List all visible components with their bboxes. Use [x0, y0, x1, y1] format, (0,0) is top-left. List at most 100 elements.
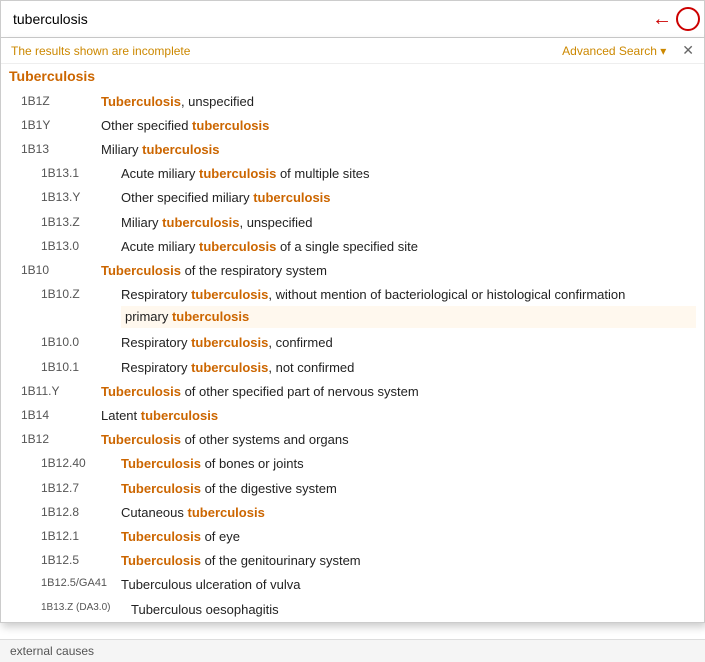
result-code: 1B13.Y	[41, 189, 121, 206]
result-label: Acute miliary tuberculosis of multiple s…	[121, 165, 696, 183]
highlight-text: tuberculosis	[142, 142, 219, 157]
result-label: Tuberculosis of other specified part of …	[101, 383, 696, 401]
result-code: 1B10.1	[41, 359, 121, 376]
highlight-text: Tuberculosis	[101, 94, 181, 109]
result-code: 1B13.0	[41, 238, 121, 255]
code-badge-orange: 1B12	[21, 432, 49, 446]
result-code: 1B13	[21, 141, 101, 158]
highlight-text: Tuberculosis	[121, 481, 201, 496]
list-item[interactable]: 1B13.Y Other specified miliary tuberculo…	[1, 186, 704, 210]
list-item[interactable]: 1B13 Miliary tuberculosis	[1, 138, 704, 162]
close-button[interactable]: ✕	[682, 42, 694, 59]
result-label: Respiratory tuberculosis, not confirmed	[121, 359, 696, 377]
highlight-text: tuberculosis	[191, 335, 268, 350]
bottom-bar-text: external causes	[10, 644, 94, 658]
result-code: 1B12.8	[41, 504, 121, 521]
incomplete-message: The results shown are incomplete	[11, 44, 190, 58]
list-item[interactable]: 1B10.1 Respiratory tuberculosis, not con…	[1, 356, 704, 380]
list-item[interactable]: 1B12.40 Tuberculosis of bones or joints	[1, 452, 704, 476]
list-item[interactable]: 1B12.7 Tuberculosis of the digestive sys…	[1, 477, 704, 501]
list-item[interactable]: 1B10 Tuberculosis of the respiratory sys…	[1, 259, 704, 283]
result-label: Tuberculous oesophagitis	[131, 601, 696, 619]
subtext: primary tuberculosis	[121, 306, 696, 328]
list-item[interactable]: 1B1Z Tuberculosis, unspecified	[1, 90, 704, 114]
result-code: 1B13.Z	[41, 214, 121, 231]
highlight-text: tuberculosis	[162, 215, 239, 230]
result-code: 1B12.40	[41, 455, 121, 472]
result-code: 1B12.1	[41, 528, 121, 545]
result-code: 1B13.Z (DA3.0)	[41, 601, 131, 615]
list-item[interactable]: 1B13.1 Acute miliary tuberculosis of mul…	[1, 162, 704, 186]
highlight-text: Tuberculosis	[121, 456, 201, 471]
result-label: Tuberculosis of the digestive system	[121, 480, 696, 498]
result-label: Miliary tuberculosis	[101, 141, 696, 159]
result-label: Tuberculosis	[9, 67, 696, 87]
highlight-text: tuberculosis	[199, 239, 276, 254]
highlight-text: tuberculosis	[192, 118, 269, 133]
highlight-text: Tuberculosis	[9, 68, 95, 84]
result-label: Tuberculosis, unspecified	[101, 93, 696, 111]
result-code: 1B12.5/GA41	[41, 576, 121, 591]
list-item[interactable]: 1B13.Z Miliary tuberculosis, unspecified	[1, 211, 704, 235]
result-label: Tuberculosis of the respiratory system	[101, 262, 696, 280]
code-badge-orange: 1B10	[21, 263, 49, 277]
dropdown-header: The results shown are incomplete Advance…	[1, 38, 704, 64]
result-code: 1B13.1	[41, 165, 121, 182]
result-label: Tuberculosis of other systems and organs	[101, 431, 696, 449]
result-label: Cutaneous tuberculosis	[121, 504, 696, 522]
highlight-text: tuberculosis	[141, 408, 218, 423]
result-label: Tuberculosis of the genitourinary system	[121, 552, 696, 570]
list-item[interactable]: 1B12.1 Tuberculosis of eye	[1, 525, 704, 549]
dropdown-panel: The results shown are incomplete Advance…	[0, 38, 705, 623]
highlight-text: Tuberculosis	[121, 553, 201, 568]
highlight-text: Tuberculosis	[101, 263, 181, 278]
result-label: Tuberculosis of eye	[121, 528, 696, 546]
result-code: 1B10.Z	[41, 286, 121, 303]
list-item[interactable]: 1B10.0 Respiratory tuberculosis, confirm…	[1, 331, 704, 355]
result-code: 1B1Y	[21, 117, 101, 134]
result-code: 1B12.7	[41, 480, 121, 497]
result-label: Tuberculosis of bones or joints	[121, 455, 696, 473]
highlight-text: tuberculosis	[191, 360, 268, 375]
result-label: Other specified miliary tuberculosis	[121, 189, 696, 207]
list-item[interactable]: 1B14 Latent tuberculosis	[1, 404, 704, 428]
search-arrow-icon: ←	[652, 8, 672, 31]
search-input[interactable]	[5, 11, 648, 27]
bottom-bar: external causes	[0, 639, 705, 662]
list-item[interactable]: 1B12.5 Tuberculosis of the genitourinary…	[1, 549, 704, 573]
search-circle-icon	[676, 7, 700, 31]
list-item[interactable]: 1B13.Z (DA3.0) Tuberculous oesophagitis	[1, 598, 704, 622]
list-item[interactable]: Tuberculosis	[1, 64, 704, 90]
result-label: Other specified tuberculosis	[101, 117, 696, 135]
search-overlay: ← The results shown are incomplete Advan…	[0, 0, 705, 623]
result-code: 1B12	[21, 431, 101, 448]
result-label: Respiratory tuberculosis, without mentio…	[121, 286, 696, 328]
list-item[interactable]: 1B11.Y Tuberculosis of other specified p…	[1, 380, 704, 404]
highlight-text: Tuberculosis	[101, 432, 181, 447]
result-label: Tuberculous ulceration of vulva	[121, 576, 696, 594]
result-code: 1B14	[21, 407, 101, 424]
highlight-text: Tuberculosis	[121, 529, 201, 544]
result-label: Latent tuberculosis	[101, 407, 696, 425]
results-list: Tuberculosis 1B1Z Tuberculosis, unspecif…	[1, 64, 704, 622]
list-item[interactable]: 1B10.Z Respiratory tuberculosis, without…	[1, 283, 704, 331]
result-label: Miliary tuberculosis, unspecified	[121, 214, 696, 232]
list-item[interactable]: 1B1Y Other specified tuberculosis	[1, 114, 704, 138]
result-label: Respiratory tuberculosis, confirmed	[121, 334, 696, 352]
result-code: 1B10	[21, 262, 101, 279]
list-item[interactable]: 1B12.5/GA41 Tuberculous ulceration of vu…	[1, 573, 704, 597]
highlight-text: tuberculosis	[188, 505, 265, 520]
search-bar: ←	[0, 0, 705, 38]
subtext-highlight: tuberculosis	[172, 309, 249, 324]
list-item[interactable]: 1B12.8 Cutaneous tuberculosis	[1, 501, 704, 525]
advanced-search-link[interactable]: Advanced Search ▾	[562, 44, 666, 58]
result-code: 1B11.Y	[21, 383, 101, 400]
result-code: 1B1Z	[21, 93, 101, 110]
list-item[interactable]: 1B13.0 Acute miliary tuberculosis of a s…	[1, 235, 704, 259]
result-code: 1B12.5	[41, 552, 121, 569]
list-item[interactable]: 1B12 Tuberculosis of other systems and o…	[1, 428, 704, 452]
highlight-text: Tuberculosis	[101, 384, 181, 399]
result-code: 1B10.0	[41, 334, 121, 351]
highlight-text: tuberculosis	[253, 190, 330, 205]
code-badge: 1B13	[21, 142, 49, 156]
